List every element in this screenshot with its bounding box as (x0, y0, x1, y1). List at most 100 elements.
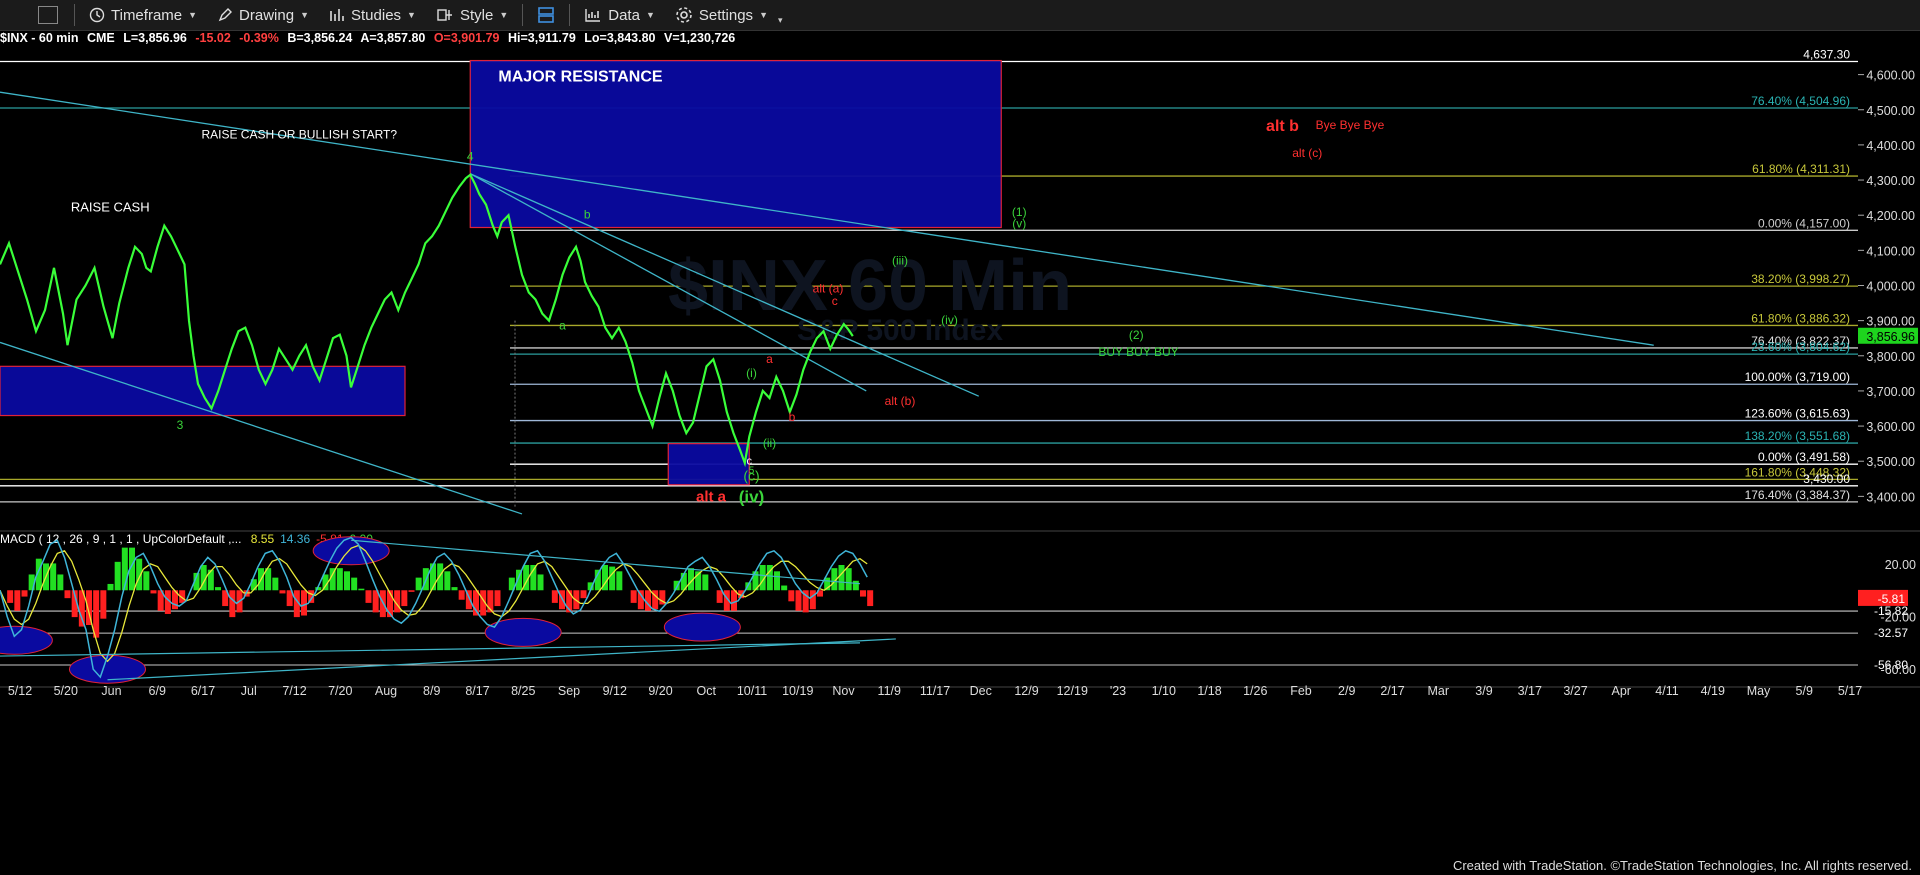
date-tick-label: Sep (558, 684, 580, 698)
macd-histogram-bar (551, 590, 558, 603)
wave-label: b (789, 410, 796, 424)
date-tick-label: 1/18 (1197, 684, 1221, 698)
macd-histogram-bar (852, 580, 859, 591)
date-tick-label: 9/12 (603, 684, 627, 698)
macd-histogram-bar (50, 563, 57, 591)
studies-menu[interactable]: Studies ▼ (319, 0, 426, 30)
price-tick-label: 3,500.00 (1866, 455, 1915, 469)
date-tick-label: Apr (1612, 684, 1631, 698)
bid-price: B=3,856.24 (287, 31, 353, 45)
clock-icon (89, 7, 105, 23)
timeframe-menu[interactable]: Timeframe ▼ (79, 0, 207, 30)
volume: V=1,230,726 (663, 31, 736, 45)
date-tick-label: 1/10 (1152, 684, 1176, 698)
macd-highlight-ellipse (663, 612, 741, 642)
last-price-label: 3,856.96 (1866, 330, 1915, 344)
price-tick-label: 4,100.00 (1866, 244, 1915, 258)
toolbar-overflow-icon[interactable]: ▾ (778, 15, 783, 26)
wave-label: (ii) (763, 436, 776, 450)
wave-label: (iv) (941, 313, 958, 327)
layout-button[interactable] (527, 0, 565, 30)
fib-level-label: 100.00% (3,719.00) (1745, 370, 1850, 384)
macd-histogram-bar (336, 568, 343, 591)
wave-label: Bye Bye Bye (1316, 118, 1385, 132)
chevron-down-icon: ▼ (499, 10, 509, 20)
macd-histogram-bar (494, 590, 501, 607)
date-tick-label: 12/9 (1014, 684, 1038, 698)
chevron-down-icon: ▼ (300, 10, 309, 20)
style-label: Style (459, 6, 494, 24)
price-tick-label: 3,700.00 (1866, 385, 1915, 399)
macd-histogram-bar (401, 590, 408, 607)
fib-level-label: 4,637.30 (1803, 50, 1850, 61)
macd-histogram-bar (845, 568, 852, 591)
fib-level-label: 0.00% (4,157.00) (1758, 216, 1850, 230)
date-tick-label: 7/20 (328, 684, 352, 698)
macd-tick-label: -20.00 (1881, 611, 1916, 625)
price-tick-label: 3,900.00 (1866, 315, 1915, 329)
fib-level-label: 38.20% (3,998.27) (1751, 272, 1850, 286)
date-tick-label: Jun (101, 684, 121, 698)
date-tick-label: 3/9 (1475, 684, 1492, 698)
settings-menu[interactable]: Settings ▼ (665, 0, 778, 30)
macd-level-label: -32.57 (1874, 626, 1908, 640)
macd-histogram-bar (408, 590, 415, 592)
wave-label: alt (a) (813, 282, 844, 296)
price-tick-label: 4,400.00 (1866, 139, 1915, 153)
macd-histogram-bar (7, 590, 14, 603)
date-tick-label: 4/11 (1655, 684, 1678, 698)
macd-histogram-bar (215, 587, 221, 591)
macd-histogram-bar (114, 561, 121, 591)
date-tick-label: 5/17 (1838, 684, 1862, 698)
macd-tick-label: -60.00 (1881, 663, 1916, 677)
macd-histogram-bar (781, 585, 788, 591)
macd-histogram-bar (358, 588, 365, 591)
drawing-menu[interactable]: Drawing ▼ (207, 0, 319, 30)
data-label: Data (608, 6, 640, 24)
chevron-down-icon: ▼ (759, 10, 768, 20)
date-tick-label: 8/25 (511, 684, 535, 698)
fib-level-label: 23.60% (3,804.62) (1751, 340, 1850, 354)
settings-label: Settings (698, 6, 754, 24)
macd-histogram-bar (645, 590, 651, 611)
macd-histogram-bar (143, 571, 150, 591)
data-menu[interactable]: Data ▼ (574, 0, 665, 30)
window-icon[interactable] (38, 6, 58, 24)
fib-level-label: 61.80% (3,886.32) (1751, 311, 1850, 325)
macd-histogram-bar (458, 590, 465, 600)
date-tick-label: 11/9 (878, 684, 901, 698)
macd-histogram-bar (838, 565, 845, 591)
net-change: -15.02 (195, 31, 231, 45)
macd-highlight-ellipse (484, 617, 562, 647)
symbol-label: $INX - 60 min (0, 31, 79, 45)
wave-label: (i) (746, 366, 757, 380)
macd-histogram-bar (788, 590, 795, 602)
wave-label: c (832, 294, 838, 308)
wave-label: BUY BUY BUY (1098, 345, 1178, 359)
style-menu[interactable]: Style ▼ (426, 0, 518, 30)
date-tick-label: 8/9 (423, 684, 440, 698)
macd-histogram-bar (150, 590, 157, 594)
wave-label: a (766, 352, 773, 366)
macd-histogram-bar (14, 590, 21, 611)
macd-histogram-bar (444, 571, 451, 591)
date-tick-label: 2/9 (1338, 684, 1355, 698)
fib-level-label: 123.60% (3,615.63) (1745, 407, 1850, 421)
timeframe-label: Timeframe (111, 6, 183, 24)
macd-histogram-bar (860, 590, 866, 597)
studies-icon (330, 9, 344, 21)
price-chart[interactable]: 4,637.30 76.40% (4,504.96) 61.80% (4,311.3… (0, 50, 1920, 862)
wave-label: alt a (696, 489, 727, 506)
macd-histogram-bar (229, 590, 236, 618)
date-tick-label: 5/12 (8, 684, 32, 698)
macd-histogram-bar (279, 590, 286, 594)
exchange-label: CME (86, 31, 115, 45)
wave-label: b (584, 208, 591, 222)
toolbar: Timeframe ▼ Drawing ▼ Studies ▼ Style ▼ … (0, 0, 1920, 31)
toolbar-divider (522, 4, 524, 26)
chevron-down-icon: ▼ (645, 10, 655, 20)
fib-level-label: 176.40% (3,384.37) (1745, 488, 1850, 502)
date-tick-label: May (1747, 684, 1771, 698)
macd-histogram-bar (351, 577, 358, 591)
macd-tick-label: 20.00 (1885, 558, 1916, 572)
